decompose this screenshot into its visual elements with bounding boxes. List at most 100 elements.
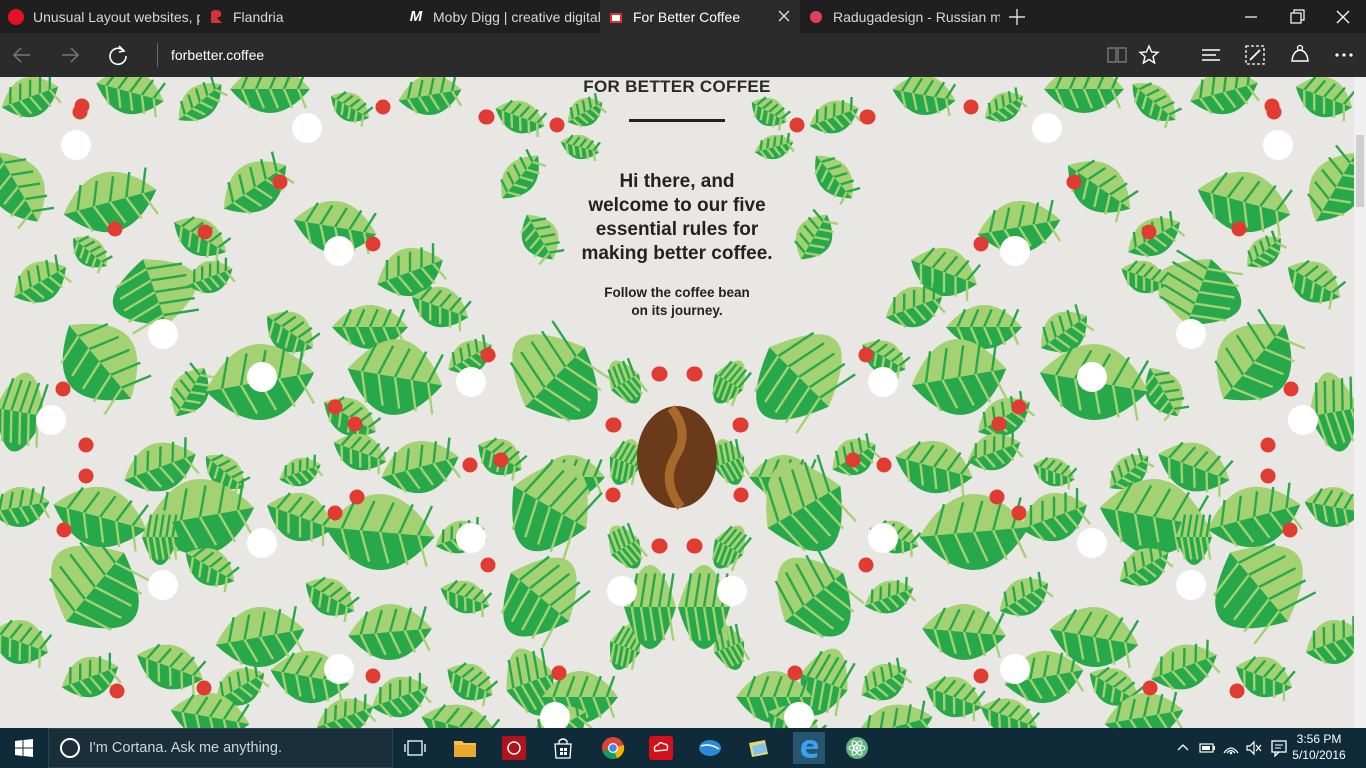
page-scrollbar[interactable] [1354, 77, 1366, 728]
coffee-berry-dot [365, 668, 381, 684]
scrollbar-thumb[interactable] [1356, 135, 1364, 207]
wifi-icon[interactable] [1222, 739, 1240, 757]
hub-icon[interactable] [1199, 43, 1223, 67]
leaf-shape [753, 331, 856, 434]
photos-icon[interactable] [743, 732, 775, 764]
coffee-bean-icon[interactable] [637, 405, 717, 510]
atom-icon[interactable] [841, 732, 873, 764]
forward-icon[interactable] [58, 43, 82, 67]
share-icon[interactable] [1288, 43, 1312, 67]
coffee-berry-dot [478, 109, 494, 125]
coffee-berry-dot [1282, 522, 1298, 538]
battery-icon[interactable] [1198, 739, 1216, 757]
reading-view-icon[interactable] [1105, 43, 1129, 67]
address-bar[interactable]: forbetter.coffee [157, 43, 264, 67]
coffee-berry-dot [1260, 437, 1276, 453]
back-icon[interactable] [10, 43, 34, 67]
tab-for-better-coffee[interactable]: For Better Coffee [600, 0, 800, 33]
chrome-icon[interactable] [597, 732, 629, 764]
mail-icon[interactable] [694, 732, 726, 764]
hero-headline: Hi there, and welcome to our five essent… [548, 170, 806, 266]
refresh-icon[interactable] [106, 43, 130, 67]
leaf-shape [0, 152, 55, 230]
leaf-shape [1288, 259, 1347, 310]
coffee-berry-dot [1231, 221, 1247, 237]
leaf-shape [1067, 159, 1139, 223]
coffee-berry-dot [991, 416, 1007, 432]
leaf-shape [0, 619, 53, 668]
coffee-berry-dot [860, 109, 876, 125]
white-blossom-dot [1176, 319, 1206, 349]
restore-icon[interactable] [1286, 6, 1308, 28]
leaf-shape [500, 148, 547, 199]
close-tab-icon[interactable] [776, 8, 792, 24]
tab-unusual-layout[interactable]: Unusual Layout websites, pa [0, 0, 200, 33]
coffee-berry-dot [55, 381, 71, 397]
leaf-shape [73, 235, 113, 274]
cortana-search-box[interactable]: I'm Cortana. Ask me anything. [48, 728, 393, 768]
subline-line: on its journey. [631, 303, 723, 318]
white-blossom-dot [868, 367, 898, 397]
coffee-berry-dot [74, 98, 90, 114]
coffee-berry-dot [56, 522, 72, 538]
leaf-shape [861, 657, 913, 702]
leaf-shape [447, 662, 499, 707]
leaf-shape [895, 440, 976, 497]
task-view-icon[interactable] [399, 732, 431, 764]
favorite-star-icon[interactable] [1137, 43, 1161, 67]
coffee-berry-dot [327, 399, 343, 415]
white-blossom-dot [292, 113, 322, 143]
flandria-icon [208, 9, 224, 25]
tab-radugadesign[interactable]: Radugadesign - Russian me [800, 0, 1000, 33]
coffee-berry-dot [1011, 505, 1027, 521]
coffee-berry-dot [652, 366, 668, 382]
tab-moby-digg[interactable]: M Moby Digg | creative digital [400, 0, 600, 33]
creative-cloud-icon[interactable] [645, 732, 677, 764]
leaf-shape [325, 493, 435, 571]
show-hidden-icons-icon[interactable] [1174, 739, 1192, 757]
edge-icon[interactable] [793, 732, 825, 764]
close-window-icon[interactable] [1332, 6, 1354, 28]
white-blossom-dot [1032, 113, 1062, 143]
leaf-shape [1, 77, 62, 118]
white-blossom-dot [1000, 236, 1030, 266]
coffee-berry-dot [973, 236, 989, 252]
coffee-berry-dot [493, 452, 509, 468]
store-icon[interactable] [547, 732, 579, 764]
file-explorer-icon[interactable] [449, 732, 481, 764]
leaf-shape [864, 576, 917, 615]
coffee-berry-dot [989, 489, 1005, 505]
web-page: FOR BETTER COFFEE Hi there, and welcome … [0, 77, 1366, 728]
windows-start-icon[interactable] [8, 732, 40, 764]
tab-flandria[interactable]: Flandria [200, 0, 400, 33]
web-note-icon[interactable] [1243, 43, 1267, 67]
app-red-icon[interactable] [498, 732, 530, 764]
coffee-berry-dot [963, 99, 979, 115]
tab-label: Unusual Layout websites, pa [33, 8, 200, 25]
cortana-icon [60, 738, 80, 758]
coffee-berry-dot [78, 437, 94, 453]
leaf-shape [398, 77, 463, 116]
white-blossom-dot [1077, 362, 1107, 392]
leaf-shape [1207, 482, 1303, 548]
volume-muted-icon[interactable] [1245, 739, 1263, 757]
browser-toolbar: forbetter.coffee [0, 33, 1366, 77]
coffee-berry-dot [480, 347, 496, 363]
coffee-berry-dot [197, 224, 213, 240]
more-options-icon[interactable] [1332, 43, 1356, 67]
coffee-berry-dot [107, 221, 123, 237]
coffee-berry-dot [347, 416, 363, 432]
leaf-shape [1132, 82, 1183, 129]
white-blossom-dot [717, 576, 747, 606]
new-tab-icon[interactable] [1006, 6, 1028, 28]
site-logo-text[interactable]: FOR BETTER COFFEE [548, 77, 806, 97]
leaf-shape [922, 604, 1006, 660]
coffee-berry-dot [605, 487, 621, 503]
white-blossom-dot [247, 528, 277, 558]
raduga-icon [808, 9, 824, 25]
minimize-icon[interactable] [1240, 6, 1262, 28]
system-clock[interactable]: 3:56 PM 5/10/2016 [1284, 731, 1354, 763]
headline-line: welcome to our five [588, 195, 766, 216]
leaf-shape [330, 90, 374, 127]
coffee-berry-dot [480, 557, 496, 573]
